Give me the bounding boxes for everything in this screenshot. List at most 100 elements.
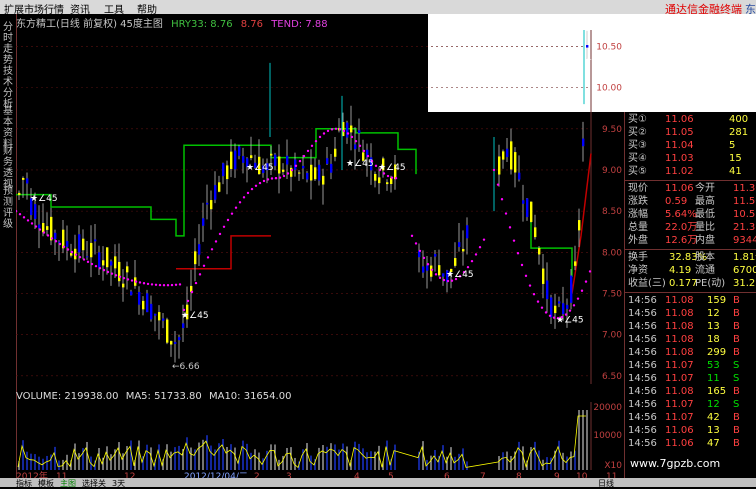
tick-price: 11.08	[665, 386, 694, 397]
tick-side: B	[733, 412, 740, 423]
signal-label: ★∠45	[30, 194, 58, 204]
stat-value: 21.31	[733, 222, 756, 233]
tick-row: 14:56 11.07 11 S	[625, 373, 756, 385]
bid-volume: 400	[729, 114, 749, 125]
tend-dot	[30, 222, 34, 225]
tend-dot	[430, 268, 434, 272]
volume-unit-label: X10	[604, 461, 622, 470]
candle-body	[110, 261, 113, 266]
tend-dot	[414, 242, 418, 245]
tend-dot	[446, 279, 450, 283]
tend-dot	[22, 216, 26, 219]
tend-dot	[466, 265, 470, 269]
candle-body	[142, 300, 145, 310]
tend-dot	[74, 253, 78, 256]
bid-price: 11.06	[665, 114, 694, 125]
candle-body	[250, 155, 253, 159]
status-tab-main[interactable]: 主图	[60, 478, 76, 489]
stat-label: 换手	[628, 252, 648, 263]
tend-dot	[338, 128, 342, 131]
tab-financial[interactable]: 财务透视	[2, 146, 14, 190]
tab-forecast[interactable]: 预测评级	[2, 186, 14, 230]
volume-chart[interactable]: 20000 10000 X10	[16, 402, 624, 470]
stat-label: 总量	[628, 222, 648, 233]
stat-label: PE(动)	[695, 278, 726, 289]
tend-dot	[202, 264, 206, 267]
tick-volume: 165	[707, 386, 727, 397]
tab-timeshare[interactable]: 分时走势	[2, 22, 14, 66]
stat-row: 涨跌 0.59 最高 11.50	[625, 196, 756, 208]
tab-technical-analysis[interactable]: 技术分析	[2, 66, 14, 110]
tick-row: 14:56 11.06 47 B	[625, 438, 756, 450]
stat-value: 11.30	[733, 183, 756, 194]
tick-price: 11.08	[665, 295, 694, 306]
y-tick-label: 8.00	[602, 248, 622, 258]
bid-price: 11.05	[665, 127, 694, 138]
menu-item-news[interactable]: 资讯	[70, 1, 90, 16]
signal-label: ★∠45	[181, 311, 209, 321]
y-tick-label: 7.00	[602, 331, 622, 341]
tick-time: 14:56	[628, 360, 657, 371]
tend-dot	[190, 290, 194, 294]
status-tab-template[interactable]: 模板	[38, 478, 54, 489]
candle-body	[310, 164, 313, 181]
chart-header: 东方精工(日线 前复权) 45度主图 HRY33: 8.76 8.76 TEND…	[16, 15, 333, 30]
tick-price: 11.07	[665, 399, 694, 410]
tend-dot	[42, 231, 46, 234]
tend-dot	[126, 278, 130, 281]
candle-body	[506, 148, 509, 158]
candle-body	[86, 256, 89, 258]
menu-item-tools[interactable]: 工具	[104, 1, 124, 16]
candle-body	[66, 241, 69, 247]
tend-dot	[326, 129, 330, 133]
volume-tick-label: 10000	[593, 431, 622, 441]
tend-dot	[536, 300, 540, 303]
tend-dot	[54, 240, 58, 243]
candle-body	[282, 169, 285, 172]
main-candlestick-chart[interactable]: ★∠45 ★∠45 ★∠45 ★∠45 ★∠45 ★∠45 ★∠45 ★ ←6.66 10.50…	[16, 30, 624, 384]
y-tick-label: 8.50	[602, 207, 622, 217]
tick-row: 14:56 11.08 299 B	[625, 347, 756, 359]
menu-item-help[interactable]: 帮助	[137, 1, 157, 16]
status-tab-select[interactable]: 选择关	[82, 478, 106, 489]
tick-row: 14:56 11.07 53 S	[625, 360, 756, 372]
bid-row: 买④ 11.03 15	[625, 153, 756, 165]
candle-body	[502, 151, 505, 160]
tend-dot	[474, 253, 478, 256]
tend-dot	[508, 226, 512, 229]
status-period[interactable]: 日线	[598, 478, 614, 489]
signal-label: ★∠45	[556, 315, 584, 325]
tend-dot	[362, 149, 366, 153]
candle-body	[570, 275, 573, 303]
bid-volume: 5	[729, 140, 736, 151]
y-tick-label: 10.00	[596, 84, 622, 94]
tend-dot	[98, 267, 102, 270]
candle-body	[270, 153, 273, 156]
tend-dot	[118, 275, 122, 278]
status-tab-indicator[interactable]: 指标	[16, 478, 32, 489]
tick-price: 11.06	[665, 425, 694, 436]
tend-dot	[150, 283, 154, 286]
volume-tick-label: 20000	[593, 403, 622, 413]
tend-dot	[170, 283, 174, 287]
candle-body	[138, 291, 141, 305]
candle-body	[38, 224, 41, 229]
candle-body	[54, 232, 57, 240]
tend-dot	[540, 306, 544, 309]
status-tab-days[interactable]: 3天	[112, 478, 125, 489]
tick-row: 14:56 11.06 13 B	[625, 425, 756, 437]
stat-value: 11.50	[733, 196, 756, 207]
stat-value: 11.06	[665, 183, 694, 194]
tend-dot	[438, 276, 442, 280]
candle-body	[102, 260, 105, 266]
tend-indicator: TEND: 7.88	[271, 19, 328, 30]
candle-body	[586, 45, 589, 48]
tend-dot	[588, 270, 592, 273]
tend-dot	[342, 129, 346, 133]
candle-body	[554, 305, 557, 314]
candle-body	[306, 172, 309, 180]
tab-basic-info[interactable]: 基本资料	[2, 106, 14, 150]
tick-row: 14:56 11.08 165 B	[625, 386, 756, 398]
bid-label: 买⑤	[628, 166, 647, 177]
tend-dot	[322, 132, 326, 135]
